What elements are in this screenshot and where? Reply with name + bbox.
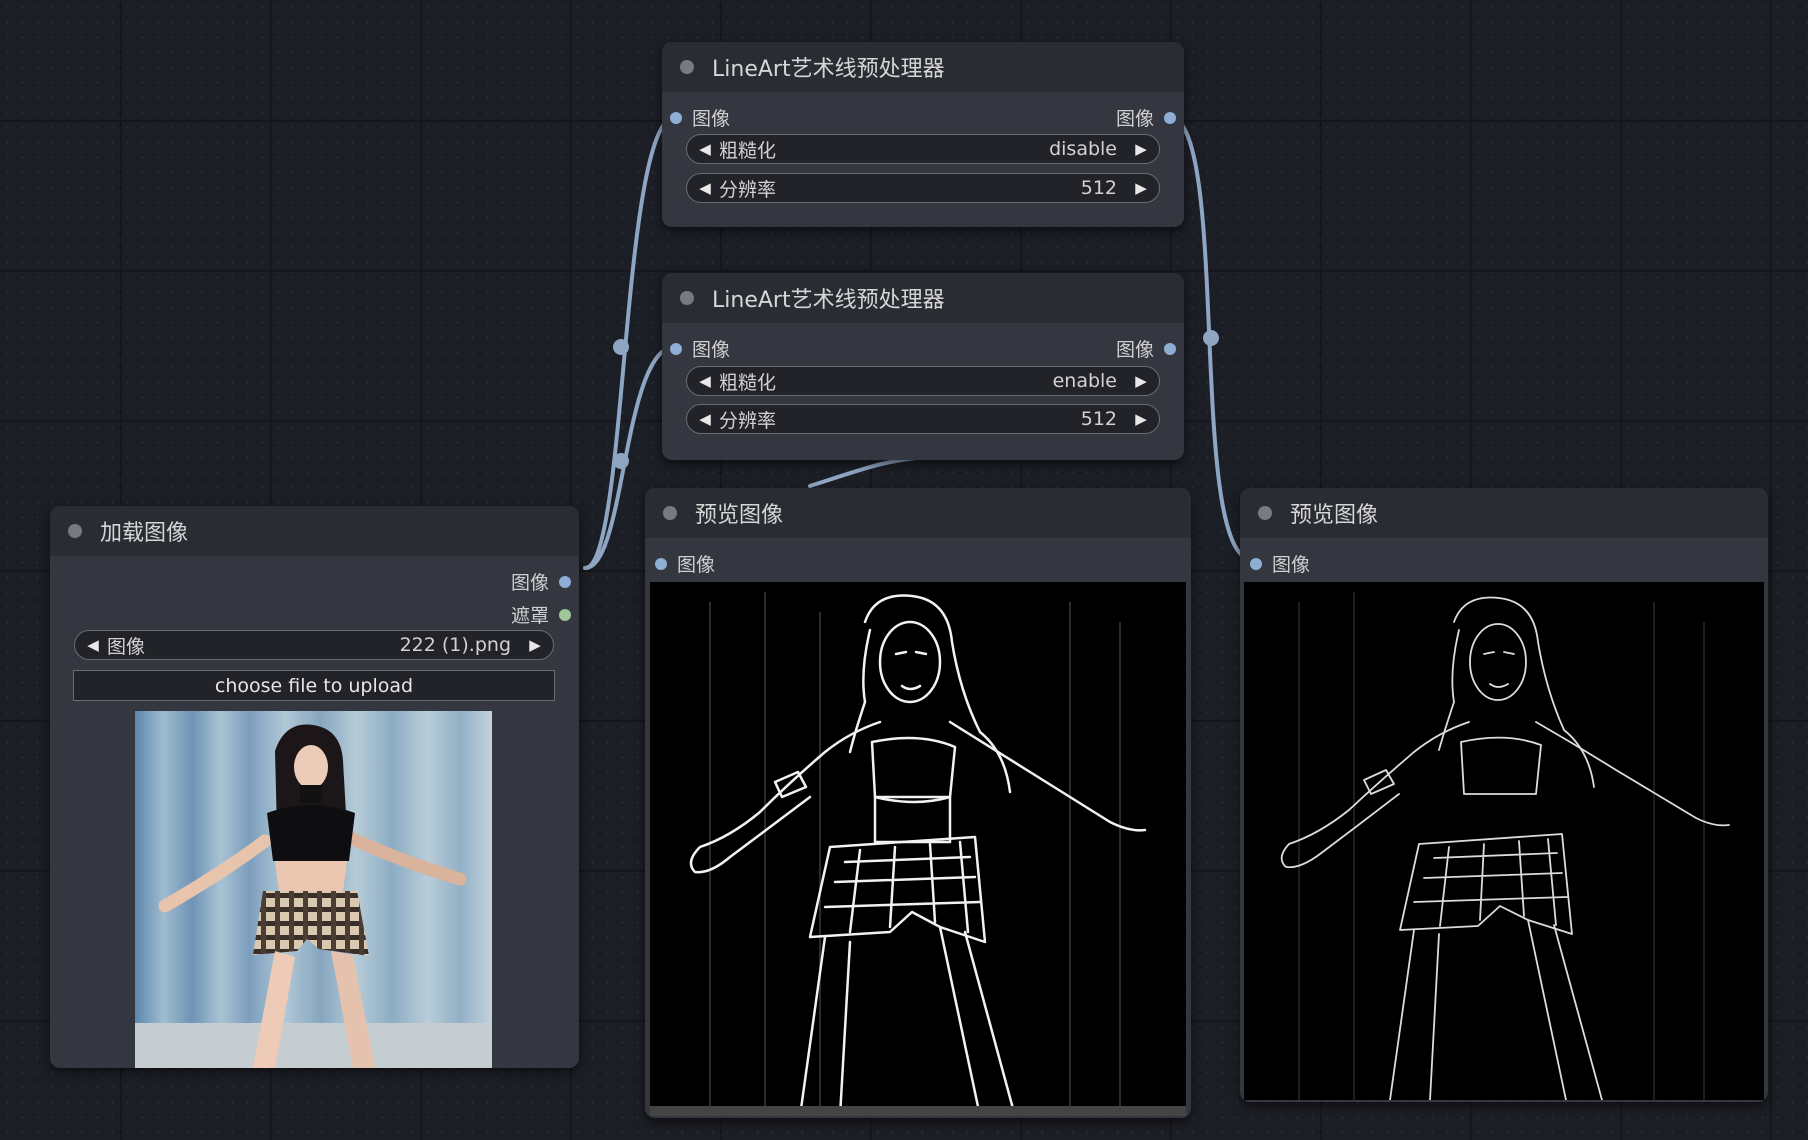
node-header[interactable]: 预览图像 xyxy=(645,488,1191,538)
input-slot-image[interactable]: 图像 xyxy=(670,104,730,131)
loaded-image-preview xyxy=(135,711,492,1068)
triangle-right-icon[interactable]: ▶ xyxy=(1133,410,1149,428)
node-title: 预览图像 xyxy=(695,503,784,528)
output-slot-image[interactable]: 图像 xyxy=(511,568,571,595)
node-title: 预览图像 xyxy=(1290,503,1379,528)
output-slot-label: 遮罩 xyxy=(510,605,549,627)
triangle-right-icon[interactable]: ▶ xyxy=(1133,140,1149,158)
input-slot-dot-icon[interactable] xyxy=(655,557,667,570)
node-title: LineArt艺术线预处理器 xyxy=(712,288,945,313)
output-slot-label: 图像 xyxy=(510,572,549,594)
input-slot-label: 图像 xyxy=(692,339,731,361)
coarse-widget[interactable]: ◀ 粗糙化 disable ▶ xyxy=(686,134,1160,164)
widget-value: 512 xyxy=(1080,408,1117,430)
input-slot-dot-icon[interactable] xyxy=(1250,557,1262,570)
node-title: 加载图像 xyxy=(100,521,189,546)
node-title: LineArt艺术线预处理器 xyxy=(712,57,945,82)
collapse-dot-icon[interactable] xyxy=(1258,506,1272,520)
output-slot-dot-icon[interactable] xyxy=(1164,342,1176,355)
widget-value: disable xyxy=(1049,138,1117,160)
input-slot-dot-icon[interactable] xyxy=(670,342,682,355)
choose-file-button[interactable]: choose file to upload xyxy=(73,670,555,701)
input-slot-label: 图像 xyxy=(692,108,731,130)
node-header[interactable]: LineArt艺术线预处理器 xyxy=(662,273,1184,323)
lineart-preprocessor-node-2[interactable]: LineArt艺术线预处理器 图像 图像 ◀ 粗糙化 enable ▶ ◀ 分辨… xyxy=(662,273,1184,460)
output-slot-dot-icon[interactable] xyxy=(1164,111,1176,124)
output-slot-image[interactable]: 图像 xyxy=(1116,335,1176,362)
input-slot-label: 图像 xyxy=(1272,554,1311,576)
collapse-dot-icon[interactable] xyxy=(663,506,677,520)
input-slot-image[interactable]: 图像 xyxy=(670,335,730,362)
coarse-widget[interactable]: ◀ 粗糙化 enable ▶ xyxy=(686,366,1160,396)
lineart-result-image-coarse-on xyxy=(1244,582,1764,1100)
widget-label: 图像 xyxy=(107,635,146,658)
triangle-left-icon[interactable]: ◀ xyxy=(697,140,713,158)
triangle-right-icon[interactable]: ▶ xyxy=(1133,372,1149,390)
input-slot-image[interactable]: 图像 xyxy=(655,550,715,577)
resolution-widget[interactable]: ◀ 分辨率 512 ▶ xyxy=(686,404,1160,434)
collapse-dot-icon[interactable] xyxy=(680,291,694,305)
output-slot-label: 图像 xyxy=(1115,339,1154,361)
triangle-right-icon[interactable]: ▶ xyxy=(527,636,543,654)
output-slot-dot-icon[interactable] xyxy=(559,575,571,588)
triangle-left-icon[interactable]: ◀ xyxy=(697,179,713,197)
widget-label: 粗糙化 xyxy=(719,371,777,394)
collapse-dot-icon[interactable] xyxy=(68,524,82,538)
widget-value: enable xyxy=(1052,370,1117,392)
link-midpoint-dot xyxy=(1203,330,1219,346)
link-load-to-preview-partial xyxy=(808,456,918,488)
triangle-right-icon[interactable]: ▶ xyxy=(1133,179,1149,197)
node-header[interactable]: LineArt艺术线预处理器 xyxy=(662,42,1184,92)
image-select-widget[interactable]: ◀ 图像 222 (1).png ▶ xyxy=(74,630,554,660)
triangle-left-icon[interactable]: ◀ xyxy=(85,636,101,654)
lineart-drawing xyxy=(650,592,1186,1116)
output-slot-mask[interactable]: 遮罩 xyxy=(511,601,571,628)
photo-thumbnail xyxy=(135,711,492,1068)
lineart-preprocessor-node-1[interactable]: LineArt艺术线预处理器 图像 图像 ◀ 粗糙化 disable ▶ ◀ 分… xyxy=(662,42,1184,227)
input-slot-image[interactable]: 图像 xyxy=(1250,550,1310,577)
triangle-left-icon[interactable]: ◀ xyxy=(697,372,713,390)
output-slot-image[interactable]: 图像 xyxy=(1116,104,1176,131)
output-slot-label: 图像 xyxy=(1115,108,1154,130)
link-midpoint-dot xyxy=(613,453,629,469)
collapse-dot-icon[interactable] xyxy=(680,60,694,74)
load-image-node[interactable]: 加载图像 图像 遮罩 ◀ 图像 222 (1).png ▶ choose fil… xyxy=(50,506,579,1068)
resolution-widget[interactable]: ◀ 分辨率 512 ▶ xyxy=(686,173,1160,203)
node-header[interactable]: 加载图像 xyxy=(50,506,579,556)
triangle-left-icon[interactable]: ◀ xyxy=(697,410,713,428)
widget-label: 分辨率 xyxy=(719,409,777,432)
lineart-drawing xyxy=(1280,592,1730,1100)
widget-label: 粗糙化 xyxy=(719,139,777,162)
lineart-result-image-coarse-off xyxy=(650,582,1186,1116)
widget-value: 222 (1).png xyxy=(399,634,511,656)
output-slot-dot-icon[interactable] xyxy=(559,608,571,621)
preview-image-node-1[interactable]: 预览图像 图像 xyxy=(645,488,1191,1118)
widget-label: 分辨率 xyxy=(719,178,777,201)
input-slot-label: 图像 xyxy=(677,554,716,576)
input-slot-dot-icon[interactable] xyxy=(670,111,682,124)
widget-value: 512 xyxy=(1080,177,1117,199)
preview-image-node-2[interactable]: 预览图像 图像 xyxy=(1240,488,1768,1102)
link-midpoint-dot xyxy=(613,339,629,355)
node-header[interactable]: 预览图像 xyxy=(1240,488,1768,538)
